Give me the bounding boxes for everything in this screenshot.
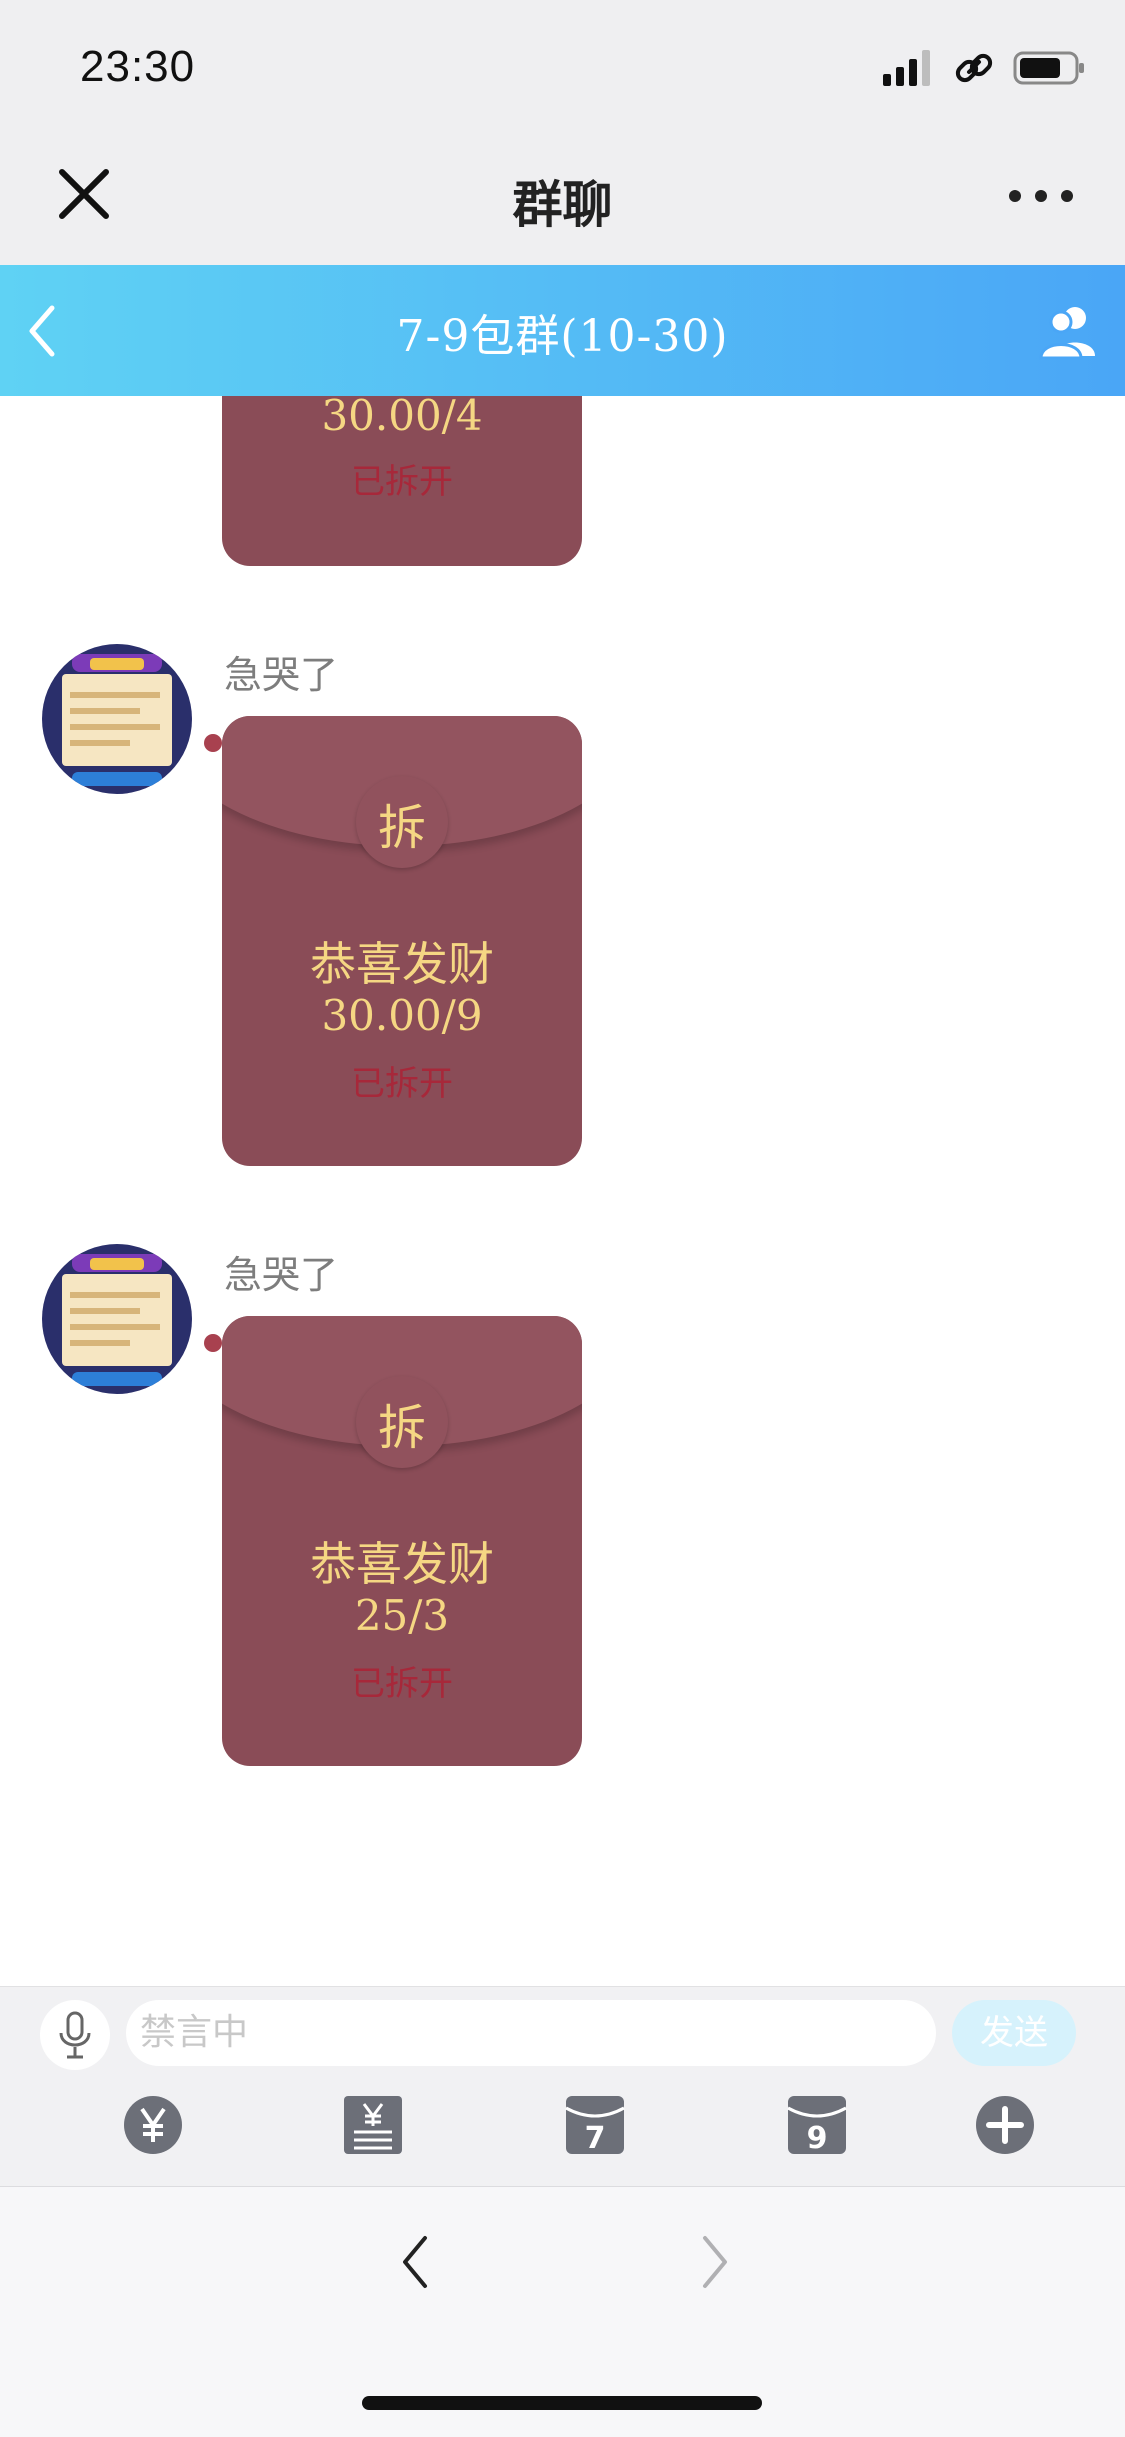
signal-icon — [883, 50, 930, 86]
avatar[interactable] — [42, 1244, 192, 1394]
red-packet[interactable]: 拆 恭喜发财 25/3 已拆开 — [222, 1316, 582, 1766]
sender-name: 急哭了 — [224, 1253, 339, 1297]
seal-label: 拆 — [377, 1400, 426, 1456]
send-button[interactable]: 发送 — [952, 2000, 1076, 2066]
packet-7-label: 7 — [585, 2121, 606, 2156]
plus-circle-icon[interactable] — [974, 2094, 1036, 2156]
packet-amount: 30.00/4 — [321, 396, 483, 440]
status-icons — [883, 48, 1085, 88]
yuan-coin-icon[interactable] — [122, 2094, 184, 2156]
more-icon[interactable] — [1009, 190, 1073, 202]
red-packet[interactable]: 拆 恭喜发财 30.00/9 已拆开 — [222, 716, 582, 1166]
message-input[interactable]: 禁言中 — [126, 2000, 936, 2066]
packet-9-icon[interactable]: 9 — [786, 2094, 848, 2156]
packet-9-label: 9 — [807, 2121, 828, 2156]
packet-status: 已拆开 — [351, 462, 453, 502]
seal-label: 拆 — [377, 800, 426, 856]
packet-status: 已拆开 — [351, 1664, 453, 1704]
battery-icon — [1013, 51, 1084, 85]
microphone-button[interactable] — [40, 2000, 110, 2070]
nav-forward-icon[interactable] — [695, 2232, 735, 2292]
packet-status: 已拆开 — [351, 1064, 453, 1104]
bubble-tail — [204, 734, 222, 752]
red-packet[interactable]: 30.00/4 已拆开 — [222, 396, 582, 566]
avatar[interactable] — [42, 644, 192, 794]
packet-amount: 30.00/9 — [321, 991, 483, 1040]
microphone-icon — [59, 2011, 91, 2059]
packet-blessing: 恭喜发财 — [310, 1537, 494, 1591]
packet-7-icon[interactable]: 7 — [564, 2094, 626, 2156]
money-list-icon[interactable] — [342, 2094, 404, 2156]
status-time: 23:30 — [80, 42, 196, 91]
sender-name: 急哭了 — [224, 653, 339, 697]
link-icon — [955, 53, 993, 83]
bubble-tail — [204, 1334, 222, 1352]
page-title: 群聊 — [512, 176, 613, 234]
home-indicator[interactable] — [362, 2396, 762, 2410]
chat-area[interactable]: 30.00/4 已拆开 急哭了 拆 恭喜发财 30.00/9 已拆开 急哭了 拆… — [0, 396, 1125, 1986]
nav-back-icon[interactable] — [395, 2232, 435, 2292]
packet-amount: 25/3 — [354, 1591, 450, 1640]
group-members-icon[interactable] — [1039, 300, 1099, 360]
group-title: 7-9包群(10-30) — [396, 311, 729, 362]
open-seal-icon[interactable]: 拆 — [356, 776, 448, 868]
open-seal-icon[interactable]: 拆 — [356, 1376, 448, 1468]
packet-blessing: 恭喜发财 — [310, 937, 494, 991]
